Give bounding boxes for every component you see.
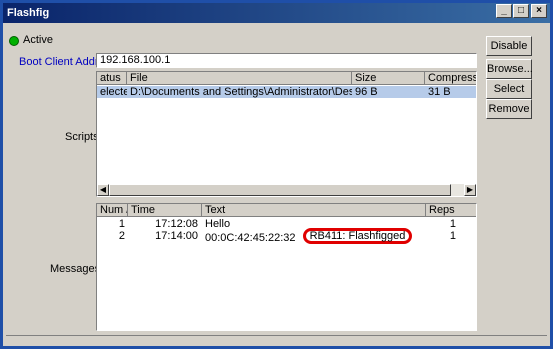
msg-num: 2 [118, 230, 125, 242]
msg-reps: 1 [449, 230, 456, 242]
script-compressed: 31 B [428, 86, 451, 98]
title-bar: Flashfig [3, 3, 550, 23]
messages-col-text[interactable]: Text [202, 204, 426, 217]
scroll-left-icon[interactable]: ◀ [97, 184, 109, 196]
msg-time: 17:14:00 [155, 230, 198, 242]
msg-num: 1 [118, 218, 125, 230]
msg-text-mac: 00:0C:42:45:22:32 [205, 232, 296, 244]
messages-col-num[interactable]: Num / [97, 204, 128, 217]
script-file: D:\Documents and Settings\Administrator\… [130, 86, 352, 98]
select-button[interactable]: Select [486, 79, 532, 99]
browse-button[interactable]: Browse... [486, 59, 533, 79]
scripts-col-size[interactable]: Size [352, 72, 425, 85]
msg-time: 17:12:08 [155, 218, 198, 230]
scripts-table[interactable]: atus File Size Compressed elected D:\Doc… [96, 71, 477, 197]
scroll-thumb[interactable] [109, 184, 451, 196]
table-row[interactable]: elected D:\Documents and Settings\Admini… [97, 86, 476, 98]
scripts-col-status[interactable]: atus [97, 72, 127, 85]
disable-button[interactable]: Disable [486, 36, 532, 56]
status-text: Active [23, 34, 53, 46]
minimize-button[interactable]: _ [496, 4, 512, 18]
close-button[interactable]: × [531, 4, 547, 18]
boot-client-address-field[interactable]: 192.168.100.1 [96, 53, 477, 68]
remove-button[interactable]: Remove [486, 99, 532, 119]
msg-text: 00:0C:42:45:22:32 RB411: Flashfigged [202, 228, 426, 244]
messages-col-time[interactable]: Time [128, 204, 202, 217]
window-title: Flashfig [7, 7, 50, 19]
script-size: 96 B [355, 86, 378, 98]
msg-text-highlight: RB411: Flashfigged [302, 228, 413, 244]
msg-reps: 1 [449, 218, 456, 230]
table-row[interactable]: 1 17:12:08 Hello 1 [97, 218, 476, 230]
messages-col-reps[interactable]: Reps [426, 204, 476, 217]
status-indicator-icon [9, 36, 19, 46]
scripts-col-file[interactable]: File [127, 72, 352, 85]
client-area: Active Boot Client Address: 192.168.100.… [3, 23, 550, 346]
maximize-button[interactable]: □ [513, 4, 529, 18]
scripts-col-compressed[interactable]: Compressed [425, 72, 476, 85]
scroll-right-icon[interactable]: ▶ [464, 184, 476, 196]
scripts-horizontal-scrollbar[interactable]: ◀ ▶ [97, 184, 476, 196]
flashfig-window: Flashfig _ □ × Active Boot Client Addres… [0, 0, 553, 349]
status-strip [6, 335, 547, 343]
messages-table[interactable]: Num / Time Text Reps 1 17:12:08 Hello 1 … [96, 203, 477, 331]
script-status: elected [100, 86, 127, 98]
table-row[interactable]: 2 17:14:00 00:0C:42:45:22:32 RB411: Flas… [97, 228, 476, 244]
col-num-label: Num [100, 204, 124, 216]
